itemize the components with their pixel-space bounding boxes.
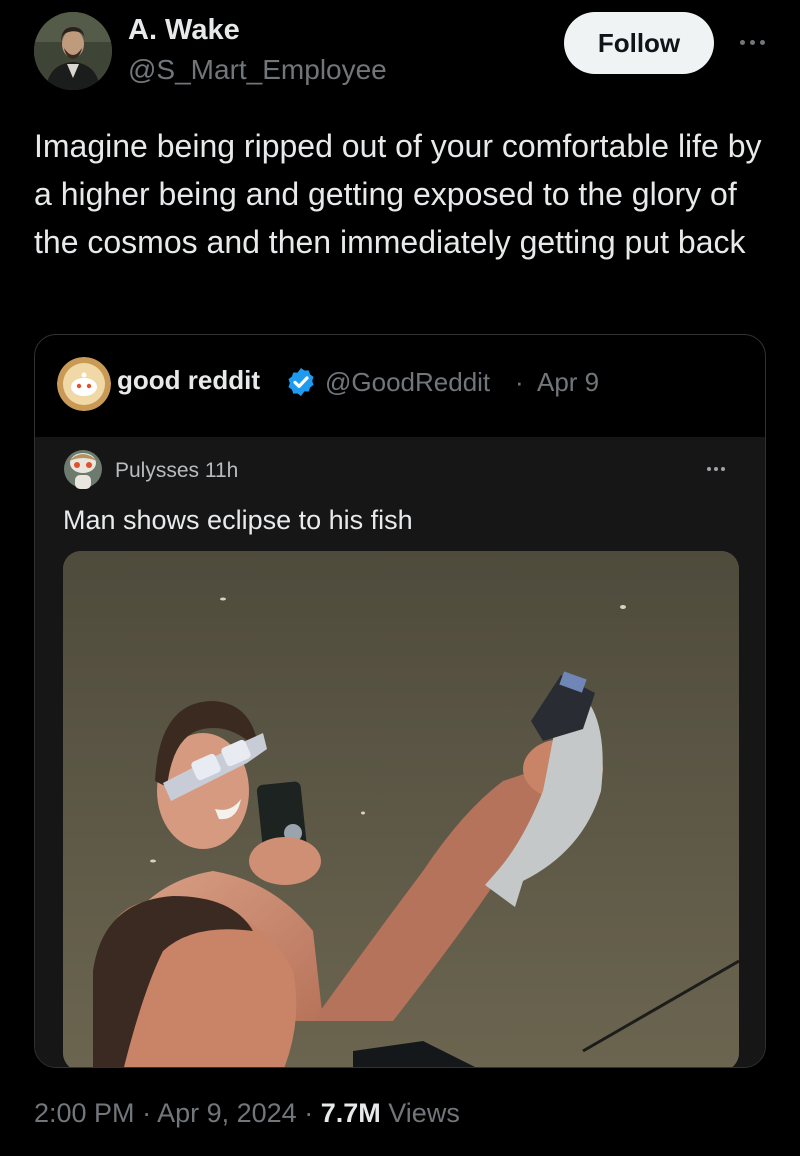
- reddit-post-age: 11h: [204, 459, 239, 482]
- reddit-post: Pulysses 11h Man shows eclipse to his fi…: [35, 437, 765, 1067]
- reddit-more-icon: [707, 467, 725, 471]
- quote-author-name[interactable]: good reddit: [117, 365, 260, 396]
- author-avatar-image: [34, 12, 112, 90]
- tweet-date[interactable]: Apr 9, 2024: [157, 1098, 297, 1128]
- tweet-meta: 2:00 PM · Apr 9, 2024 · 7.7M Views: [34, 1098, 460, 1129]
- reddit-more-dot: [721, 467, 725, 471]
- views-label: Views: [388, 1098, 460, 1128]
- more-icon[interactable]: [732, 30, 772, 54]
- reddit-more-dot: [707, 467, 711, 471]
- eclipse-fish-photo: [63, 551, 739, 1067]
- follow-button[interactable]: Follow: [564, 12, 714, 74]
- reddit-post-title: Man shows eclipse to his fish: [63, 505, 413, 535]
- quote-author-handle[interactable]: @GoodReddit: [325, 367, 490, 398]
- tweet-text: Imagine being ripped out of your comfort…: [34, 128, 762, 260]
- quoted-tweet[interactable]: good reddit @GoodReddit · Apr 9 Pulysses…: [34, 334, 766, 1068]
- reddit-username[interactable]: Pulysses 11h: [115, 459, 238, 483]
- more-dot: [749, 39, 755, 45]
- author-name[interactable]: A. Wake: [128, 14, 240, 47]
- more-dot: [739, 39, 745, 45]
- views-count: 7.7M: [320, 1098, 381, 1128]
- more-dot: [759, 39, 765, 45]
- good-reddit-avatar-icon: [57, 357, 111, 411]
- meta-separator: ·: [304, 1098, 314, 1128]
- reddit-user-name: Pulysses: [115, 459, 200, 482]
- quote-date[interactable]: Apr 9: [537, 367, 599, 398]
- author-avatar[interactable]: [34, 12, 112, 90]
- reddit-more-dot: [714, 467, 718, 471]
- verified-badge-icon: [288, 368, 314, 396]
- tweet-time[interactable]: 2:00 PM: [34, 1098, 135, 1128]
- post-photo[interactable]: [63, 551, 739, 1067]
- meta-separator: ·: [142, 1098, 152, 1128]
- author-handle[interactable]: @S_Mart_Employee: [128, 54, 387, 86]
- quote-separator: ·: [515, 367, 524, 397]
- reddit-avatar-icon: [64, 450, 102, 489]
- quote-avatar[interactable]: [57, 357, 111, 411]
